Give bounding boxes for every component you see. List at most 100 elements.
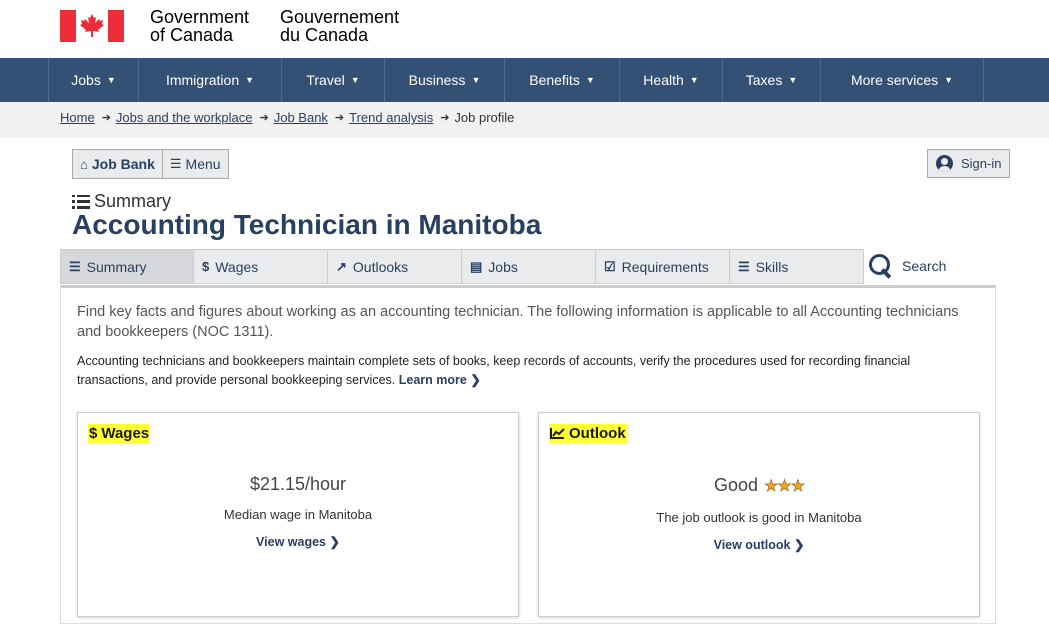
median-wage-value: $21.15/hour <box>249 474 347 494</box>
menu-item-taxes[interactable]: Taxes ▼ <box>723 58 821 102</box>
wages-title-label: Wages <box>101 425 150 442</box>
menu-label: Immigration <box>165 72 240 88</box>
menu-item-business[interactable]: Business ▼ <box>385 58 505 102</box>
sign-in-label: Sign-in <box>961 156 1002 171</box>
view-wages-label: View wages <box>256 535 326 549</box>
chevron-down-icon: ▼ <box>585 75 595 85</box>
menu-label: Jobs <box>71 72 101 88</box>
summary-panel: Find key facts and figures about working… <box>60 285 996 624</box>
tab-outlooks[interactable]: ↗ Outlooks <box>328 249 462 284</box>
tab-label: Skills <box>755 258 789 275</box>
breadcrumb-home[interactable]: Home <box>60 110 95 125</box>
sign-in-button[interactable]: Sign-in <box>927 149 1011 178</box>
tab-label: Jobs <box>488 258 518 275</box>
chevron-right-icon: ❯ <box>470 373 481 387</box>
wages-card: $ Wages $21.15/hour Median wage in Manit… <box>77 412 519 617</box>
menu-label: More services <box>850 72 939 88</box>
learn-more-link[interactable]: Learn more ❯ <box>399 373 481 387</box>
chevron-down-icon: ▼ <box>944 75 954 85</box>
chevron-down-icon: ▼ <box>689 75 699 85</box>
chevron-down-icon: ▼ <box>350 75 360 85</box>
hamburger-icon: ☰ <box>169 156 182 171</box>
signature-en-line2: of Canada <box>150 25 234 45</box>
tab-summary[interactable]: ☰ Summary <box>60 249 194 284</box>
tab-label: Summary <box>86 258 147 275</box>
menu-label: Health <box>643 72 684 88</box>
breadcrumb-trend-analysis[interactable]: Trend analysis <box>349 110 433 125</box>
median-wage-caption: Median wage in Manitoba <box>223 507 373 522</box>
signature-fr-line2: du Canada <box>280 25 369 45</box>
arrow-right-icon: ➔ <box>101 112 111 124</box>
menu-label: Taxes <box>745 72 783 88</box>
menu-item-jobs[interactable]: Jobs ▼ <box>49 58 139 102</box>
tab-wages[interactable]: $ Wages <box>194 249 328 284</box>
intro-text: Find key facts and figures about working… <box>77 304 959 340</box>
menu-item-immigration[interactable]: Immigration ▼ <box>139 58 282 102</box>
menu-item-benefits[interactable]: Benefits ▼ <box>505 58 620 102</box>
menu-label: Benefits <box>529 72 580 88</box>
chevron-down-icon: ▼ <box>471 75 481 85</box>
menu-label: Business <box>408 72 466 88</box>
breadcrumb-band: Home ➔ Jobs and the workplace ➔ Job Bank… <box>0 102 1049 138</box>
breadcrumb-current: Job profile <box>454 110 515 125</box>
view-outlook-label: View outlook <box>713 538 791 552</box>
outlook-card-title: Outlook <box>549 424 627 443</box>
tab-search[interactable]: Search <box>868 250 946 282</box>
breadcrumb-job-bank[interactable]: Job Bank <box>274 110 328 125</box>
list-icon <box>72 194 90 209</box>
view-outlook-link[interactable]: View outlook ❯ <box>539 537 979 552</box>
menu-item-health[interactable]: Health ▼ <box>620 58 723 102</box>
jobbank-home-button[interactable]: ⌂ Job Bank <box>72 149 162 179</box>
tab-requirements[interactable]: ☑ Requirements <box>596 249 730 284</box>
breadcrumb: Home ➔ Jobs and the workplace ➔ Job Bank… <box>60 110 514 125</box>
gc-header: Government of Canada Gouvernement du Can… <box>0 0 1049 58</box>
menu-button[interactable]: ☰ Menu <box>161 149 229 179</box>
search-label: Search <box>902 258 947 274</box>
signature-en-line1: Government <box>150 7 250 27</box>
outlook-card: Outlook Good ★★★ The job outlook is good … <box>538 412 980 617</box>
signature-english: Government of Canada <box>150 8 249 44</box>
breadcrumb-jobs-workplace[interactable]: Jobs and the workplace <box>116 110 253 125</box>
page-title: Accounting Technician in Manitoba <box>72 209 542 240</box>
chevron-down-icon: ▼ <box>245 75 255 85</box>
view-wages-link[interactable]: View wages ❯ <box>78 534 518 549</box>
main-menu: Jobs ▼ Immigration ▼ Travel ▼ Business ▼ Ben… <box>0 58 1049 102</box>
tab-label: Wages <box>215 258 259 275</box>
tab-label: Outlooks <box>352 258 409 275</box>
arrow-right-icon: ➔ <box>259 112 269 124</box>
menu-label: Travel <box>306 72 345 88</box>
dollar-icon: $ <box>202 259 210 274</box>
chevron-right-icon: ❯ <box>793 538 805 552</box>
home-icon: ⌂ <box>80 156 88 172</box>
search-icon <box>868 253 894 279</box>
checkbox-icon: ☑ <box>604 258 616 274</box>
wages-card-title: $ Wages <box>88 424 151 443</box>
menu-item-travel[interactable]: Travel ▼ <box>282 58 385 102</box>
outlook-rating: Good ★★★ <box>539 475 979 496</box>
canada-flag-icon[interactable] <box>60 10 124 42</box>
dollar-icon: $ <box>89 425 98 442</box>
outlook-value: Good <box>713 475 758 495</box>
description-text: Accounting technicians and bookkeepers m… <box>77 354 911 387</box>
jobbank-toolbar: ⌂ Job Bank ☰ Menu <box>72 149 229 179</box>
tab-label: Requirements <box>621 258 709 275</box>
jobbank-home-label: Job Bank <box>91 156 155 172</box>
profile-tabs: ☰ Summary $ Wages ↗ Outlooks ▤ Jobs ☑ Require… <box>60 249 864 285</box>
tab-skills[interactable]: ☰ Skills <box>730 249 864 284</box>
chevron-right-icon: ❯ <box>329 535 340 549</box>
trend-icon: ↗ <box>336 258 347 274</box>
tasks-icon: ☰ <box>738 258 750 274</box>
outlook-title-label: Outlook <box>569 425 626 442</box>
menu-button-label: Menu <box>185 156 221 172</box>
line-chart-icon <box>550 428 565 439</box>
occupation-description: Accounting technicians and bookkeepers m… <box>77 352 982 390</box>
chevron-down-icon: ▼ <box>106 75 116 85</box>
user-icon <box>936 155 953 172</box>
arrow-right-icon: ➔ <box>440 112 450 124</box>
tab-jobs[interactable]: ▤ Jobs <box>462 249 596 284</box>
star-rating-icon: ★★★ <box>764 478 806 496</box>
learn-more-label: Learn more <box>398 373 467 387</box>
signature-french: Gouvernement du Canada <box>280 8 399 44</box>
menu-item-more-services[interactable]: More services ▼ <box>821 58 984 102</box>
newspaper-icon: ▤ <box>470 258 483 274</box>
